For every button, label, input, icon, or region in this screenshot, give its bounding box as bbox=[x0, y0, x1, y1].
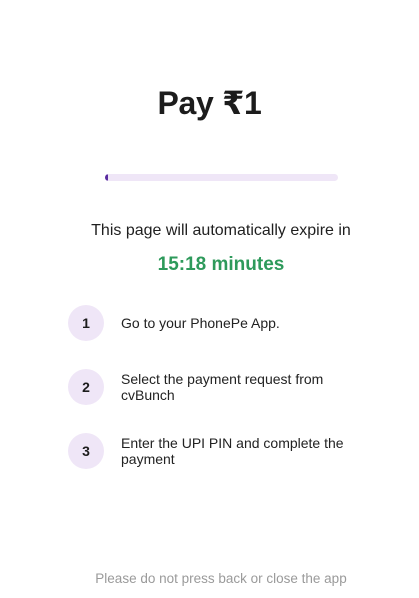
step-number-badge: 3 bbox=[68, 433, 104, 469]
countdown-timer: 15:18 minutes bbox=[157, 254, 285, 275]
step-text: Enter the UPI PIN and complete the payme… bbox=[121, 435, 344, 467]
expiry-message: This page will automatically expire in bbox=[91, 222, 351, 239]
step-item: 1 Go to your PhonePe App. bbox=[68, 305, 368, 341]
step-text: Select the payment request from cvBunch bbox=[121, 371, 324, 403]
payment-page: Pay ₹1 This page will automatically expi… bbox=[0, 0, 419, 598]
step-text: Go to your PhonePe App. bbox=[121, 315, 280, 331]
expiry-progress-bar bbox=[105, 174, 338, 181]
step-item: 3 Enter the UPI PIN and complete the pay… bbox=[68, 433, 368, 469]
step-number-badge: 1 bbox=[68, 305, 104, 341]
expiry-progress-fill bbox=[105, 174, 108, 181]
footer-notice: Please do not press back or close the ap… bbox=[95, 571, 347, 586]
page-title: Pay ₹1 bbox=[157, 85, 262, 121]
step-item: 2 Select the payment request from cvBunc… bbox=[68, 369, 368, 405]
step-number-badge: 2 bbox=[68, 369, 104, 405]
